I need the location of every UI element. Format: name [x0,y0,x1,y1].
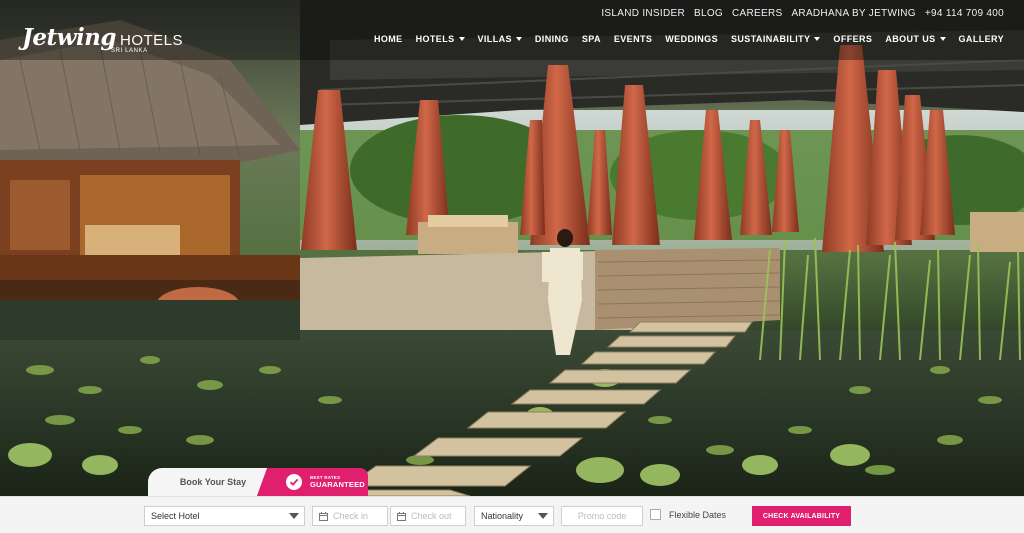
chevron-down-icon [515,37,522,41]
top-link-phone[interactable]: +94 114 709 400 [925,8,1004,19]
logo[interactable]: Jetwing HOTELS SRI LANKA [22,24,183,54]
check-out-field[interactable]: Check out [390,506,466,526]
nav-events[interactable]: EVENTS [614,34,652,44]
nav-weddings[interactable]: WEDDINGS [665,34,718,44]
main-nav: HOME HOTELS VILLAS DINING SPA EVENTS WED… [374,34,1004,44]
best-rates-badge: BEST RATES GUARANTEED [272,468,368,496]
nav-spa[interactable]: SPA [582,34,601,44]
nav-home[interactable]: HOME [374,34,403,44]
flexible-dates-checkbox[interactable] [650,509,661,520]
nav-sustainability[interactable]: SUSTAINABILITY [731,34,821,44]
top-link-aradhana[interactable]: ARADHANA BY JETWING [791,8,915,19]
logo-wordmark: Jetwing [22,24,116,51]
top-link-island-insider[interactable]: ISLAND INSIDER [601,8,685,19]
nav-about-us[interactable]: ABOUT US [885,34,946,44]
booking-bar: Select Hotel Check in Check out National… [0,496,1024,533]
nav-offers[interactable]: OFFERS [833,34,872,44]
check-availability-button[interactable]: CHECK AVAILABILITY [752,506,851,526]
dropdown-arrow-icon [284,507,304,525]
promo-code-field[interactable]: Promo code [561,506,643,526]
check-in-field[interactable]: Check in [312,506,388,526]
top-links: ISLAND INSIDER BLOG CAREERS ARADHANA BY … [601,8,1004,19]
chevron-down-icon [939,37,946,41]
resort-photo [0,0,1024,496]
flexible-dates-label: Flexible Dates [669,509,727,520]
calendar-icon [397,511,406,521]
hotel-select[interactable]: Select Hotel [144,506,305,526]
logo-subtitle: SRI LANKA [111,48,148,54]
check-out-placeholder: Check out [411,511,452,521]
hero-image [0,0,1024,496]
top-link-careers[interactable]: CAREERS [732,8,782,19]
check-in-placeholder: Check in [333,511,369,521]
nationality-select-value: Nationality [481,511,524,521]
nav-villas[interactable]: VILLAS [478,34,522,44]
flexible-dates-option[interactable]: Flexible Dates [650,509,726,520]
top-link-blog[interactable]: BLOG [694,8,723,19]
logo-hotels: HOTELS [119,32,183,49]
nav-dining[interactable]: DINING [535,34,569,44]
promo-code-placeholder: Promo code [577,511,627,521]
calendar-icon [319,511,328,521]
chevron-down-icon [458,37,465,41]
nationality-select[interactable]: Nationality [474,506,554,526]
guaranteed-label: GUARANTEED [310,479,365,489]
hotel-select-value: Select Hotel [151,511,200,521]
check-icon [286,474,302,490]
chevron-down-icon [814,37,821,41]
dropdown-arrow-icon [533,507,553,525]
nav-gallery[interactable]: GALLERY [959,34,1004,44]
nav-hotels[interactable]: HOTELS [416,34,465,44]
